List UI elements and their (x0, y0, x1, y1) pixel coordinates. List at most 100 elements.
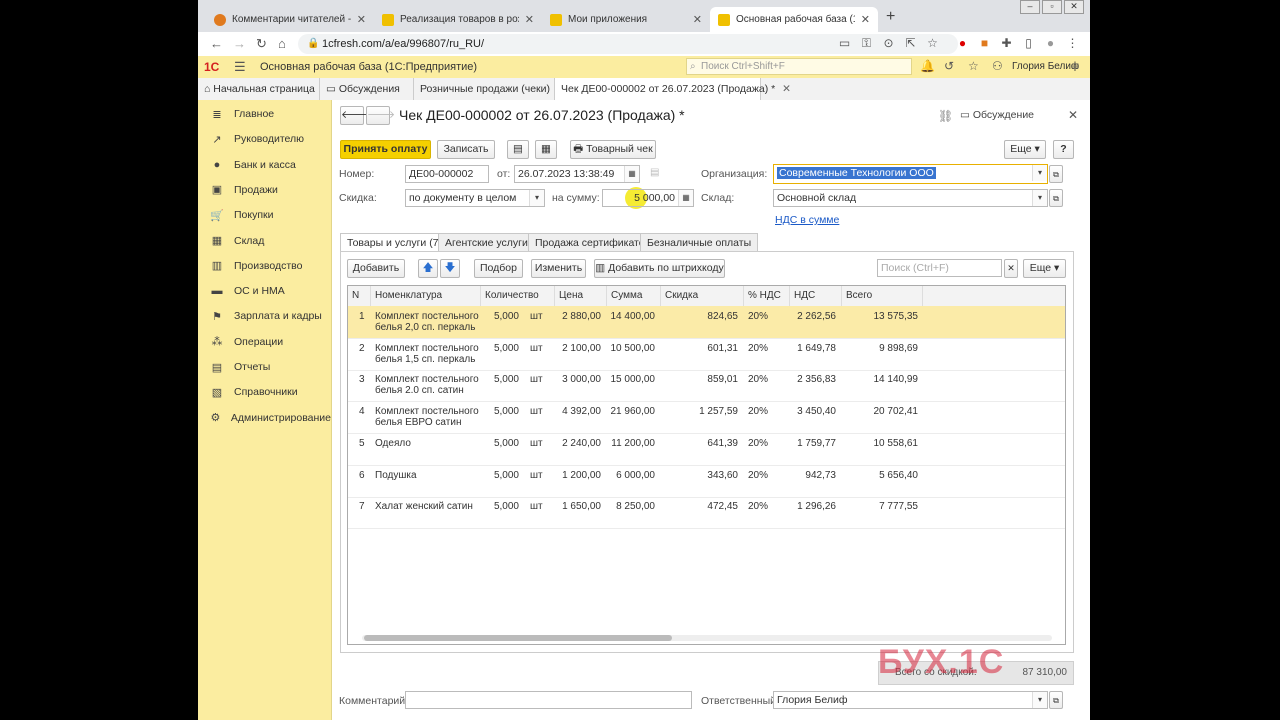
sidebar-item[interactable]: ⚑ Зарплата и кадры (198, 306, 331, 326)
tab-certificate-sales[interactable]: Продажа сертификатов (528, 233, 658, 252)
tab-goods-services[interactable]: Товары и услуги (7) (340, 233, 450, 252)
home-icon[interactable]: ⌂ (278, 36, 286, 51)
vat-in-sum-link[interactable]: НДС в сумме (775, 214, 839, 226)
history-icon[interactable]: ↺ (944, 59, 954, 73)
chevron-down-icon[interactable]: ▾ (1032, 692, 1047, 708)
discussion-button[interactable]: ▭ Обсуждение (960, 109, 1034, 121)
sidebar-item[interactable]: 🛒 Покупки (198, 205, 331, 225)
tab-discussions[interactable]: ▭ Обсуждения (320, 78, 414, 100)
table-row[interactable]: 6 Подушка 5,000 шт 1 200,00 6 000,00 343,60 20%… (348, 465, 1065, 498)
chevron-down-icon[interactable]: ▾ (1032, 190, 1047, 206)
sidebar-item[interactable]: ● Банк и касса (198, 155, 331, 175)
column-header[interactable]: Скидка (661, 286, 744, 306)
translate-icon[interactable]: ⊙ (882, 37, 895, 50)
tab-agent-services[interactable]: Агентские услуги (438, 233, 535, 252)
column-header[interactable]: Цена (555, 286, 607, 306)
share-icon[interactable]: ⇱ (904, 37, 917, 50)
sidebar-item[interactable]: ▣ Продажи (198, 180, 331, 200)
browser-tab[interactable]: Мои приложения ✕ (542, 7, 710, 32)
sidebar-item[interactable]: ▧ Справочники (198, 382, 331, 402)
sidebar-item[interactable]: ≣ Главное (198, 104, 331, 124)
organization-field[interactable]: Современные Технологии ООО ▾ (773, 164, 1048, 184)
select-button[interactable]: Подбор (474, 259, 523, 278)
nav-back-button[interactable]: 🡐 (340, 106, 369, 125)
accept-payment-button[interactable]: Принять оплату (340, 140, 431, 159)
comment-field[interactable] (405, 691, 692, 709)
move-up-icon[interactable]: 🡅 (418, 259, 438, 278)
open-warehouse-icon[interactable]: ⧉ (1049, 189, 1063, 207)
add-row-button[interactable]: Добавить (347, 259, 405, 278)
bookmark-star-icon[interactable]: ☆ (926, 37, 939, 50)
sidebar-item[interactable]: ↗ Руководителю (198, 129, 331, 149)
move-down-icon[interactable]: 🡇 (440, 259, 460, 278)
close-tab-icon[interactable]: ✕ (861, 13, 870, 26)
puzzle-icon[interactable]: ✚ (1000, 37, 1013, 50)
column-header[interactable]: N (348, 286, 371, 306)
column-header[interactable]: НДС (790, 286, 842, 306)
table-row[interactable]: 3 Комплект постельного белья 2.0 сп. сатин… (348, 369, 1065, 403)
settings-menu-icon[interactable]: ≡ (1072, 59, 1079, 73)
column-header[interactable]: Всего (842, 286, 923, 306)
change-button[interactable]: Изменить (531, 259, 586, 278)
chevron-down-icon[interactable]: ▾ (1032, 165, 1047, 181)
calendar-icon[interactable]: ▦ (624, 166, 639, 182)
back-icon[interactable]: ← (210, 36, 223, 51)
reload-icon[interactable]: ↻ (256, 36, 267, 52)
bell-icon[interactable]: 🔔 (920, 59, 935, 73)
more-button[interactable]: Еще ▾ (1004, 140, 1046, 159)
warehouse-field[interactable]: Основной склад ▾ (773, 189, 1048, 207)
table-row[interactable]: 4 Комплект постельного белья ЕВРО сатин 5,0… (348, 401, 1065, 435)
horizontal-scrollbar[interactable] (362, 635, 1052, 641)
column-header[interactable]: Количество (481, 286, 555, 306)
favorites-star-icon[interactable]: ☆ (968, 59, 979, 73)
table-row[interactable]: 1 Комплект постельного белья 2,0 сп. перка… (348, 306, 1065, 339)
url-field[interactable]: 🔒 1cfresh.com/a/ea/996807/ru_RU/ (298, 34, 958, 54)
nav-forward-button[interactable]: 🡒 (366, 106, 395, 125)
structure-icon[interactable]: ▦ (535, 140, 557, 159)
key-icon[interactable]: ⚿ (860, 37, 873, 50)
table-row[interactable]: 5 Одеяло 5,000 шт 2 240,00 11 200,00 641,39 20%… (348, 433, 1065, 466)
sidebar-item[interactable]: ⁂ Операции (198, 332, 331, 352)
column-header[interactable]: % НДС (744, 286, 790, 306)
scrollbar-thumb[interactable] (364, 635, 672, 641)
maximize-icon[interactable]: ▫ (1042, 0, 1062, 14)
chevron-down-icon[interactable]: ▾ (529, 190, 544, 206)
sidebar-item[interactable]: ▥ Производство (198, 256, 331, 276)
sum-field[interactable]: 5 000,00 ▦ (602, 189, 694, 207)
column-header[interactable]: Сумма (607, 286, 661, 306)
tab-home[interactable]: ⌂ Начальная страница (198, 78, 320, 100)
clear-search-icon[interactable]: ✕ (1004, 259, 1018, 278)
column-header[interactable]: Номенклатура (371, 286, 481, 306)
sidebar-item[interactable]: ▬ ОС и НМА (198, 281, 331, 301)
table-row[interactable]: 2 Комплект постельного белья 1,5 сп. перка… (348, 338, 1065, 371)
tab-cashless-payments[interactable]: Безналичные оплаты (640, 233, 759, 252)
forward-icon[interactable]: → (233, 36, 246, 51)
open-responsible-icon[interactable]: ⧉ (1049, 691, 1063, 709)
close-tab-icon[interactable]: ✕ (357, 13, 366, 26)
profile-icon[interactable]: ● (1044, 37, 1057, 50)
user-icon[interactable]: ⚇ (992, 59, 1003, 73)
sidebar-item[interactable]: ▦ Склад (198, 231, 331, 251)
table-more-button[interactable]: Еще ▾ (1023, 259, 1066, 278)
calculator-icon[interactable]: ▦ (678, 190, 693, 206)
sidebar-item[interactable]: ▤ Отчеты (198, 357, 331, 377)
browser-tab-active[interactable]: Основная рабочая база (1С:Пр ✕ (710, 7, 878, 32)
open-organization-icon[interactable]: ⧉ (1049, 165, 1063, 183)
extension-icon[interactable]: ■ (978, 37, 991, 50)
date-field[interactable]: 26.07.2023 13:38:49 ▦ (514, 165, 640, 183)
discount-select[interactable]: по документу в целом ▾ (405, 189, 545, 207)
table-row[interactable]: 7 Халат женский сатин 5,000 шт 1 650,00 8 250… (348, 496, 1065, 530)
add-by-barcode-button[interactable]: ▥ Добавить по штрихкоду (594, 259, 725, 278)
new-tab-icon[interactable]: + (886, 8, 895, 26)
document-icon[interactable]: ▤ (507, 140, 529, 159)
tab-retail-sales[interactable]: Розничные продажи (чеки) ✕ (414, 78, 566, 100)
close-window-icon[interactable]: ✕ (1064, 0, 1084, 14)
save-button[interactable]: Записать (437, 140, 495, 159)
browser-tab[interactable]: Реализация товаров в розницу. ✕ (374, 7, 542, 32)
user-name[interactable]: Глория Белиф (1012, 61, 1079, 72)
close-form-icon[interactable]: ✕ (1068, 108, 1078, 122)
minimize-icon[interactable]: ‒ (1020, 0, 1040, 14)
close-tab-icon[interactable]: ✕ (693, 13, 702, 26)
close-tab-icon[interactable]: ✕ (782, 83, 791, 95)
receipt-print-button[interactable]: 🖶 Товарный чек (570, 140, 656, 159)
